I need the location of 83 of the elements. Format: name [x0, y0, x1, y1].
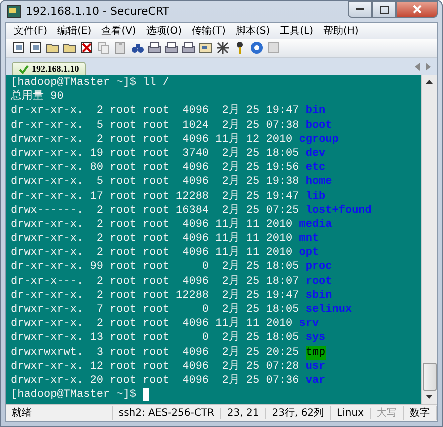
scrollbar[interactable] — [421, 75, 437, 404]
print-icon[interactable] — [165, 41, 179, 55]
terminal-line: 总用量 90 — [11, 90, 64, 104]
file-info: dr-xr-xr-x. 99 root root 0 2月 25 18:05 — [11, 260, 300, 275]
menu-item[interactable]: 编辑(E) — [54, 24, 96, 38]
close-button[interactable] — [396, 1, 438, 18]
new-icon[interactable] — [12, 41, 26, 55]
scroll-thumb[interactable] — [422, 363, 436, 391]
print-icon[interactable] — [148, 41, 162, 55]
scroll-left-icon[interactable] — [415, 63, 420, 71]
up-arrow-icon[interactable] — [426, 80, 433, 84]
minimize-icon — [356, 8, 364, 11]
file-info: drwxr-xr-x. 2 root root 4096 11月 11 2010 — [11, 232, 294, 246]
directory-name: lib — [306, 190, 326, 204]
status-item: 就绪 — [6, 406, 113, 420]
directory-name: cgroup — [299, 132, 339, 147]
directory-name: home — [306, 175, 332, 190]
file-info: drwxr-xr-x. 2 root root 4096 11月 11 2010 — [11, 246, 294, 260]
status-item: 23, 21 — [221, 408, 266, 418]
directory-name: sbin — [306, 288, 332, 303]
directory-name: tmp — [306, 346, 326, 360]
menu-item[interactable]: 选项(O) — [142, 24, 186, 38]
directory-name: usr — [306, 360, 326, 374]
directory-name: opt — [299, 246, 320, 260]
file-info: dr-xr-xr-x. 2 root root 12288 2月 25 19:47 — [11, 288, 300, 303]
file-info: drwxr-xr-x. 12 root root 4096 2月 25 07:28 — [11, 360, 300, 374]
directory-name: sys — [306, 331, 326, 346]
file-info: drwxr-xr-x. 5 root root 4096 2月 25 19:38 — [11, 175, 300, 190]
menu-item[interactable]: 文件(F) — [10, 24, 52, 38]
directory-name: root — [306, 274, 332, 289]
terminal-line: [hadoop@TMaster ~]$ ll / — [11, 76, 170, 90]
minimize-button[interactable] — [348, 1, 372, 18]
file-info: dr-xr-xr-x. 5 root root 1024 2月 25 07:38 — [11, 118, 300, 133]
directory-name: mnt — [299, 232, 320, 246]
file-info: dr-xr-xr-x. 17 root root 12288 2月 25 19:47 — [11, 190, 300, 204]
directory-name: etc — [306, 161, 326, 176]
status-item: Linux — [331, 408, 371, 418]
directory-name: lost+found — [306, 204, 372, 218]
status-item: ssh2: AES-256-CTR — [112, 408, 222, 418]
session-tab[interactable]: 192.168.1.10 — [12, 62, 86, 75]
directory-name: srv — [299, 317, 320, 332]
scroll-right-icon[interactable] — [426, 63, 431, 71]
file-info: dr-xr-xr-x. 2 root root 4096 2月 25 19:47 — [11, 104, 300, 119]
terminal-app-icon — [7, 5, 21, 18]
file-info: drwxr-xr-x. 7 root root 0 2月 25 18:05 — [11, 303, 300, 318]
file-info: drwxr-xr-x. 2 root root 4096 11月 11 2010 — [11, 317, 294, 332]
file-info: drwxr-xr-x. 20 root root 4096 2月 25 07:36 — [11, 374, 300, 388]
window-title: 192.168.1.10 - SecureCRT — [26, 5, 170, 18]
help-icon[interactable] — [250, 41, 264, 55]
menu-item[interactable]: 传输(T) — [188, 24, 230, 38]
find-icon[interactable] — [131, 41, 145, 55]
status-item: 23行, 62列 — [266, 406, 332, 420]
menu-item[interactable]: 脚本(S) — [232, 24, 274, 38]
file-info: drwxr-xr-x. 13 root root 0 2月 25 18:05 — [11, 331, 300, 346]
directory-name: proc — [306, 260, 332, 275]
status-item: 大写 — [371, 406, 404, 420]
new-icon[interactable] — [29, 41, 43, 55]
directory-name: selinux — [306, 303, 352, 318]
directory-name: media — [299, 218, 332, 232]
cursor — [143, 388, 150, 402]
file-info: drwxr-xr-x. 2 root root 4096 11月 12 2010 — [11, 132, 294, 147]
file-info: drwxr-xr-x. 19 root root 3740 2月 25 18:05 — [11, 146, 300, 162]
directory-name: boot — [306, 118, 332, 133]
directory-name: bin — [306, 104, 326, 119]
prompt: [hadoop@TMaster ~]$ — [11, 388, 136, 402]
file-info: dr-xr-x---. 2 root root 4096 2月 25 18:07 — [11, 274, 300, 289]
x-icon[interactable] — [80, 41, 94, 55]
menu-item[interactable]: 帮助(H) — [319, 24, 363, 38]
menu-item[interactable]: 工具(L) — [276, 24, 318, 38]
file-info: drwxr-xr-x. 80 root root 4096 2月 25 19:56 — [11, 161, 300, 176]
directory-name: var — [306, 374, 326, 388]
status-item: 数字 — [404, 406, 437, 420]
close-icon — [412, 5, 422, 14]
maximize-icon — [380, 6, 388, 14]
menu-item[interactable]: 查看(V) — [98, 24, 140, 38]
maximize-button[interactable] — [372, 1, 396, 18]
print-icon[interactable] — [182, 41, 196, 55]
down-arrow-icon[interactable] — [426, 395, 433, 399]
file-info: drwx------. 2 root root 16384 2月 25 07:25 — [11, 204, 300, 218]
directory-name: dev — [306, 146, 326, 162]
file-info: drwxr-xr-x. 2 root root 4096 11月 11 2010 — [11, 218, 294, 232]
terminal[interactable] — [6, 75, 421, 404]
file-info: drwxrwxrwt. 3 root root 4096 2月 25 20:25 — [11, 346, 300, 360]
